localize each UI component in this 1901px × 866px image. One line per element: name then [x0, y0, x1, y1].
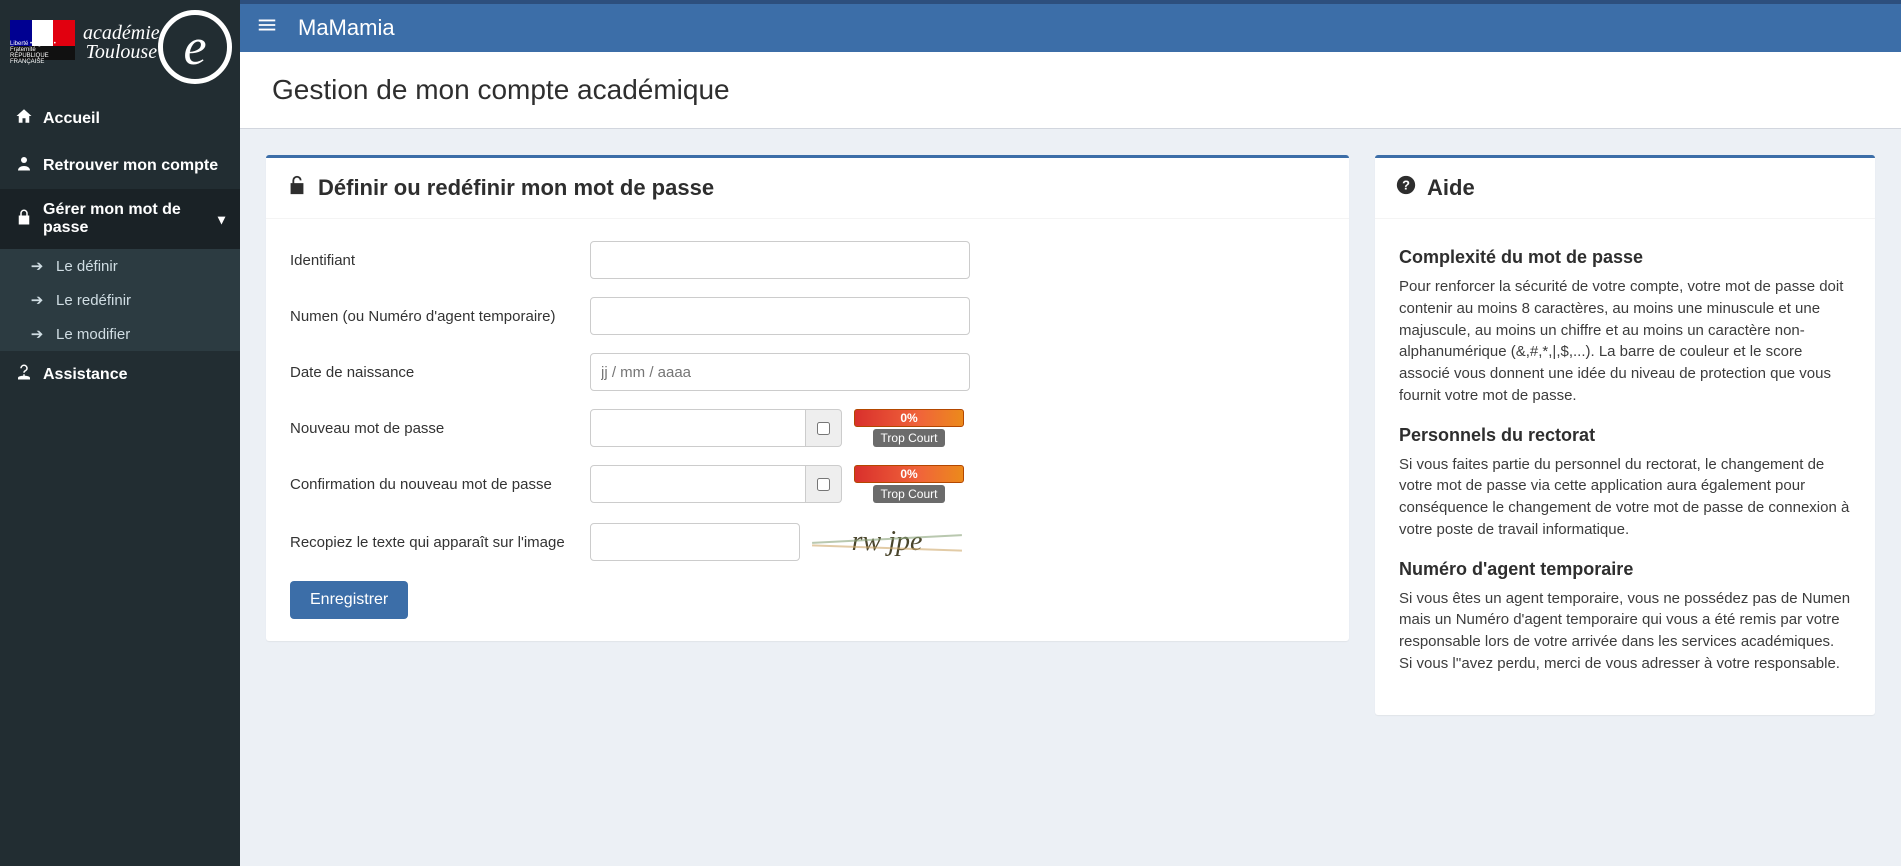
- confirm-strength-meter: 0% Trop Court: [854, 465, 964, 503]
- label-captcha: Recopiez le texte qui apparaît sur l'ima…: [290, 534, 590, 551]
- captcha-image: rw jpe: [812, 521, 962, 563]
- show-password-toggle[interactable]: [806, 409, 842, 447]
- label-confirm-password: Confirmation du nouveau mot de passe: [290, 476, 590, 493]
- home-icon: [15, 107, 33, 130]
- sidebar-nav: Accueil Retrouver mon compte: [0, 95, 240, 398]
- identifiant-input[interactable]: [590, 241, 970, 279]
- dob-input[interactable]: [590, 353, 970, 391]
- sidebar: Liberté • Égalité • Fraternité RÉPUBLIQU…: [0, 0, 240, 866]
- strength-bar: 0%: [854, 409, 964, 427]
- show-confirm-toggle[interactable]: [806, 465, 842, 503]
- flag-line2: RÉPUBLIQUE FRANÇAISE: [10, 53, 75, 65]
- help-heading: Numéro d'agent temporaire: [1399, 559, 1851, 580]
- app-title: MaMamia: [298, 15, 395, 41]
- flag-logo: Liberté • Égalité • Fraternité RÉPUBLIQU…: [10, 20, 75, 65]
- education-e-logo: e: [158, 10, 232, 84]
- show-password-checkbox[interactable]: [817, 422, 830, 435]
- academie-logo-text: académie Toulouse: [83, 24, 160, 62]
- sidebar-item-label: Gérer mon mot de passe: [43, 201, 208, 237]
- sidebar-item-label: Assistance: [43, 366, 128, 384]
- help-heading: Personnels du rectorat: [1399, 425, 1851, 446]
- submit-button[interactable]: Enregistrer: [290, 581, 408, 619]
- help-text: Si vous faites partie du personnel du re…: [1399, 454, 1851, 541]
- topbar: MaMamia: [240, 0, 1901, 52]
- page-header: Gestion de mon compte académique: [240, 52, 1901, 129]
- user-icon: [15, 154, 33, 177]
- sidebar-item-accueil: Accueil: [0, 95, 240, 142]
- unlock-icon: [286, 174, 308, 202]
- help-text: Pour renforcer la sécurité de votre comp…: [1399, 276, 1851, 407]
- captcha-input[interactable]: [590, 523, 800, 561]
- confirm-password-input[interactable]: [590, 465, 806, 503]
- logo-area: Liberté • Égalité • Fraternité RÉPUBLIQU…: [0, 0, 240, 95]
- label-numen: Numen (ou Numéro d'agent temporaire): [290, 308, 590, 325]
- menu-toggle-icon[interactable]: [256, 14, 278, 42]
- sidebar-item-label: Le redéfinir: [56, 292, 131, 309]
- strength-bar: 0%: [854, 465, 964, 483]
- help-heading: Complexité du mot de passe: [1399, 247, 1851, 268]
- help-text: Si vous êtes un agent temporaire, vous n…: [1399, 588, 1851, 675]
- label-new-password: Nouveau mot de passe: [290, 420, 590, 437]
- sidebar-subitem-definir: ➔ Le définir: [0, 249, 240, 283]
- sidebar-item-retrouver: Retrouver mon compte: [0, 142, 240, 189]
- sidebar-subitem-modifier: ➔ Le modifier: [0, 317, 240, 351]
- arrow-right-icon: ➔: [28, 257, 46, 275]
- sidebar-item-label: Le définir: [56, 258, 118, 275]
- help-icon: [15, 363, 33, 386]
- sidebar-item-label: Le modifier: [56, 326, 130, 343]
- help-panel: ? Aide Complexité du mot de passe Pour r…: [1375, 155, 1875, 715]
- label-dob: Date de naissance: [290, 364, 590, 381]
- new-password-input[interactable]: [590, 409, 806, 447]
- svg-text:?: ?: [1402, 178, 1410, 193]
- sidebar-item-gerer-mdp: Gérer mon mot de passe ▾ ➔ Le définir ➔ …: [0, 189, 240, 351]
- chevron-down-icon: ▾: [218, 211, 225, 228]
- password-form-panel: Définir ou redéfinir mon mot de passe Id…: [266, 155, 1349, 641]
- sidebar-item-label: Retrouver mon compte: [43, 157, 218, 175]
- password-strength-meter: 0% Trop Court: [854, 409, 964, 447]
- panel-title-text: Définir ou redéfinir mon mot de passe: [318, 175, 714, 201]
- page-title: Gestion de mon compte académique: [272, 74, 1869, 106]
- numen-input[interactable]: [590, 297, 970, 335]
- label-identifiant: Identifiant: [290, 252, 590, 269]
- question-icon: ?: [1395, 174, 1417, 202]
- help-title: Aide: [1427, 175, 1475, 201]
- sidebar-subitem-redefinir: ➔ Le redéfinir: [0, 283, 240, 317]
- arrow-right-icon: ➔: [28, 325, 46, 343]
- strength-label: Trop Court: [873, 429, 946, 447]
- strength-label: Trop Court: [873, 485, 946, 503]
- show-confirm-checkbox[interactable]: [817, 478, 830, 491]
- sidebar-item-label: Accueil: [43, 110, 100, 128]
- sidebar-item-assistance: Assistance: [0, 351, 240, 398]
- arrow-right-icon: ➔: [28, 291, 46, 309]
- lock-icon: [15, 208, 33, 231]
